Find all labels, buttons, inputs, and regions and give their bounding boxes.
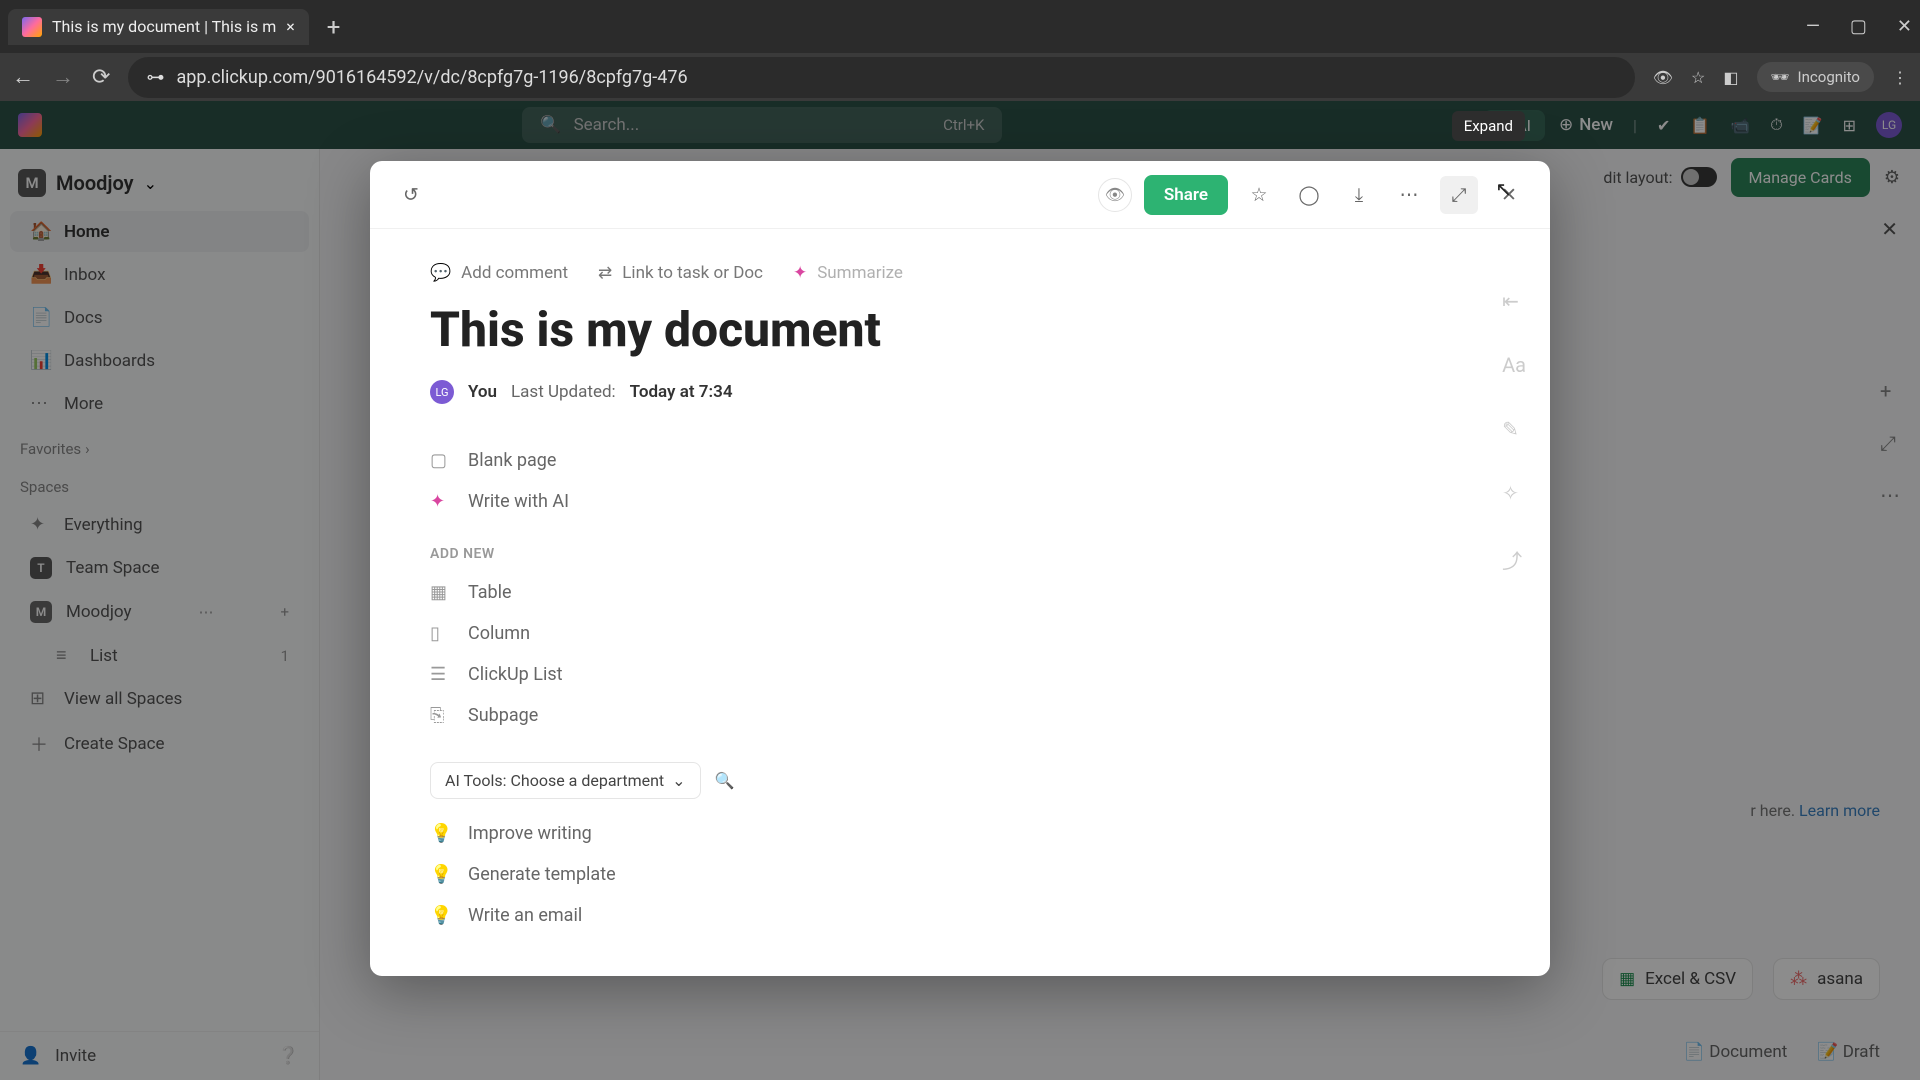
browser-menu-icon[interactable]: ⋮ <box>1892 68 1908 87</box>
ai-tools-dropdown[interactable]: AI Tools: Choose a department ⌄ <box>430 762 701 799</box>
author-name: You <box>468 382 497 402</box>
option-subpage[interactable]: ⎘Subpage <box>430 695 1490 736</box>
upload-icon[interactable]: ⤴ <box>1502 545 1526 574</box>
option-write-with-ai[interactable]: ✦Write with AI <box>430 481 1490 522</box>
indent-icon[interactable]: ⇤ <box>1502 289 1526 313</box>
link-icon: ⇄ <box>598 263 612 283</box>
modal-toolbar: ↺ 👁 Share ☆ ◯ ⤓ ⋯ ⤢ ✕ ↖ <box>370 161 1550 229</box>
window-close-icon[interactable]: ✕ <box>1897 16 1912 37</box>
link-task-action[interactable]: ⇄Link to task or Doc <box>598 263 763 283</box>
tab-close-icon[interactable]: × <box>286 17 295 36</box>
expand-tooltip: Expand <box>1452 111 1525 141</box>
expand-modal-icon[interactable]: ⤢ <box>1440 176 1478 214</box>
table-icon: ▦ <box>430 582 452 603</box>
chevron-down-icon: ⌄ <box>672 771 685 790</box>
option-generate-template[interactable]: 💡Generate template <box>430 854 1490 895</box>
tab-favicon-icon <box>22 17 42 37</box>
author-avatar[interactable]: LG <box>430 380 454 404</box>
comment-bubble-icon[interactable]: ◯ <box>1290 176 1328 214</box>
site-info-icon[interactable]: ⊶ <box>146 67 164 88</box>
download-icon[interactable]: ⤓ <box>1340 176 1378 214</box>
option-column[interactable]: ▯Column <box>430 613 1490 654</box>
url-text: app.clickup.com/9016164592/v/dc/8cpfg7g-… <box>176 67 687 88</box>
incognito-icon: 🕶 <box>1771 68 1790 86</box>
incognito-badge: 🕶 Incognito <box>1757 62 1875 92</box>
option-blank-page[interactable]: ▢Blank page <box>430 440 1490 481</box>
nav-forward-icon[interactable]: → <box>52 64 74 90</box>
modal-body: 💬Add comment ⇄Link to task or Doc ✦Summa… <box>370 229 1550 976</box>
window-minimize-icon[interactable]: — <box>1806 16 1820 37</box>
sparkle-icon: ✦ <box>793 263 807 283</box>
new-tab-button[interactable]: + <box>317 13 351 41</box>
search-icon[interactable]: 🔍 <box>715 771 735 790</box>
option-table[interactable]: ▦Table <box>430 572 1490 613</box>
subpage-icon: ⎘ <box>430 705 452 726</box>
typography-icon[interactable]: Aa <box>1502 353 1526 377</box>
url-input[interactable]: ⊶ app.clickup.com/9016164592/v/dc/8cpfg7… <box>128 57 1634 98</box>
wand-icon[interactable]: ✎ <box>1502 417 1526 441</box>
document-modal: ↺ 👁 Share ☆ ◯ ⤓ ⋯ ⤢ ✕ ↖ 💬Add comment ⇄Li… <box>370 161 1550 976</box>
visibility-icon[interactable]: 👁 <box>1098 178 1132 212</box>
browser-tab[interactable]: This is my document | This is m × <box>8 9 309 45</box>
bookmark-star-icon[interactable]: ☆ <box>1691 68 1705 87</box>
window-maximize-icon[interactable]: ▢ <box>1850 16 1867 37</box>
lightbulb-icon: 💡 <box>430 905 452 926</box>
doc-history-icon[interactable]: ↺ <box>392 176 430 214</box>
option-write-email[interactable]: 💡Write an email <box>430 895 1490 936</box>
nav-reload-icon[interactable]: ⟳ <box>92 65 110 90</box>
nav-back-icon[interactable]: ← <box>12 64 34 90</box>
list-icon: ☰ <box>430 664 452 685</box>
tab-title: This is my document | This is m <box>52 17 276 36</box>
document-meta: LG You Last Updated: Today at 7:34 <box>430 380 1490 404</box>
lightbulb-icon: 💡 <box>430 823 452 844</box>
lightbulb-icon: 💡 <box>430 864 452 885</box>
sparkle-icon: ✦ <box>430 491 452 512</box>
updated-label: Last Updated: <box>511 382 616 402</box>
magic-icon[interactable]: ✧ <box>1502 481 1526 505</box>
side-panel-icon[interactable]: ◧ <box>1723 68 1738 87</box>
column-icon: ▯ <box>430 623 452 644</box>
browser-address-bar: ← → ⟳ ⊶ app.clickup.com/9016164592/v/dc/… <box>0 53 1920 101</box>
browser-tab-strip: This is my document | This is m × + — ▢ … <box>0 0 1920 53</box>
favorite-star-icon[interactable]: ☆ <box>1240 176 1278 214</box>
comment-icon: 💬 <box>430 263 451 283</box>
summarize-action[interactable]: ✦Summarize <box>793 263 903 283</box>
add-new-label: ADD NEW <box>430 546 1490 562</box>
modal-more-icon[interactable]: ⋯ <box>1390 176 1428 214</box>
updated-value: Today at 7:34 <box>630 382 733 402</box>
share-button[interactable]: Share <box>1144 175 1228 215</box>
document-title[interactable]: This is my document <box>430 301 1490 358</box>
eye-off-icon[interactable]: 👁 <box>1653 68 1673 87</box>
page-icon: ▢ <box>430 450 452 471</box>
mouse-cursor-icon: ↖ <box>1495 177 1512 201</box>
add-comment-action[interactable]: 💬Add comment <box>430 263 568 283</box>
option-clickup-list[interactable]: ☰ClickUp List <box>430 654 1490 695</box>
option-improve-writing[interactable]: 💡Improve writing <box>430 813 1490 854</box>
